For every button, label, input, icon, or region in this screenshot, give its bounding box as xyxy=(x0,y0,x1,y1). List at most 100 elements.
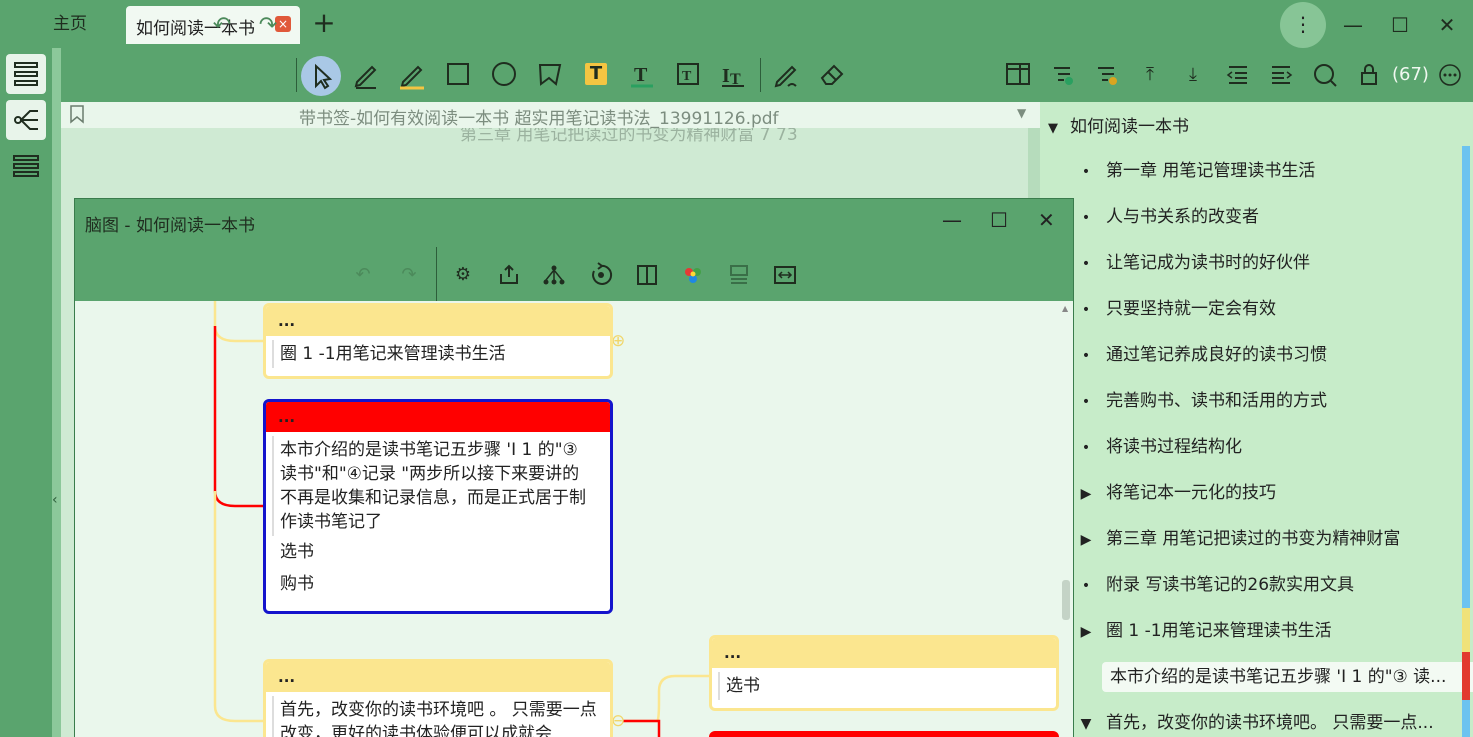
outline-item[interactable]: ▶ 将笔记本一元化的技巧 xyxy=(1076,478,1461,508)
node-header: ... xyxy=(266,306,610,336)
minimize-button[interactable]: — xyxy=(1338,10,1368,40)
collapse-chevron-icon[interactable]: ‹ xyxy=(52,492,58,508)
outline-view-icon[interactable] xyxy=(6,54,46,94)
add-child-icon[interactable] xyxy=(1050,62,1076,88)
mindmap-node-partial[interactable] xyxy=(709,731,1059,737)
outline-item[interactable]: ▶ 第三章 用笔记把读过的书变为精神财富 xyxy=(1076,524,1461,554)
outline-root[interactable]: ▼ 如何阅读一本书 xyxy=(1048,112,1189,137)
outline-item[interactable]: • 附录 写读书笔记的26款实用文具 xyxy=(1076,570,1461,600)
bullet-icon: • xyxy=(1081,440,1091,456)
mindmap-node[interactable]: ... 首先，改变你的读书环境吧 。 只需要一点改变，更好的读书体验便可以成就会 xyxy=(263,659,613,737)
panel-toggle-icon[interactable] xyxy=(1000,56,1036,92)
polygon-icon[interactable] xyxy=(532,56,568,92)
mindmap-titlebar: 脑图 - 如何阅读一本书 — ☐ ✕ xyxy=(75,199,1073,247)
expand-right-icon[interactable]: ▶ xyxy=(1076,479,1096,508)
expand-down-icon[interactable]: ▼ xyxy=(1048,121,1058,136)
outline-item-label: 第三章 用笔记把读过的书变为精神财富 xyxy=(1106,529,1401,549)
new-tab-button[interactable]: + xyxy=(310,8,338,40)
outline-item-label: 将读书过程结构化 xyxy=(1106,437,1242,457)
expand-down-icon[interactable]: ▼ xyxy=(1076,709,1096,737)
outline-item-label: 只要坚持就一定会有效 xyxy=(1106,299,1276,319)
bullet-icon: • xyxy=(1081,394,1091,410)
redo-icon[interactable]: ↷ xyxy=(250,8,286,44)
text-underline-icon[interactable]: T xyxy=(624,56,660,92)
outline-item[interactable]: • 让笔记成为读书时的好伙伴 xyxy=(1076,248,1461,278)
outline-item[interactable]: • 只要坚持就一定会有效 xyxy=(1076,294,1461,324)
search-icon[interactable] xyxy=(1312,62,1338,88)
outline-item[interactable]: ▶ 圈 1 -1用笔记来管理读书生活 xyxy=(1076,616,1461,646)
pen-icon[interactable] xyxy=(348,56,384,92)
expand-right-icon[interactable]: ▶ xyxy=(1076,525,1096,554)
expand-right-icon[interactable]: ▶ xyxy=(1076,617,1096,646)
mindmap-node[interactable]: ... 选书 xyxy=(709,635,1059,711)
highlighter-icon[interactable] xyxy=(394,56,430,92)
outline-item[interactable]: • 第一章 用笔记管理读书生活 xyxy=(1076,156,1461,186)
node-header: ... xyxy=(712,638,1056,668)
mindmap-scroll-thumb[interactable] xyxy=(1062,580,1070,620)
export-icon[interactable] xyxy=(496,262,522,288)
mindmap-view-icon[interactable] xyxy=(6,100,46,140)
signature-pen-icon[interactable] xyxy=(768,56,804,92)
mindmap-title: 脑图 - 如何阅读一本书 xyxy=(85,216,255,236)
more-menu-button[interactable]: ⋮ xyxy=(1280,2,1326,48)
mindmap-redo-icon[interactable]: ↷ xyxy=(396,262,422,288)
move-down-icon[interactable]: ⤓ xyxy=(1180,62,1206,88)
outline-item[interactable]: • 将读书过程结构化 xyxy=(1076,432,1461,462)
settings-gear-icon[interactable]: ⚙ xyxy=(450,262,476,288)
scroll-up-icon[interactable]: ▲ xyxy=(1062,304,1068,313)
more-options-icon[interactable] xyxy=(1437,62,1463,88)
outline-item[interactable]: ▼ 首先，改变你的读书环境吧。 只需要一点... xyxy=(1076,708,1461,737)
outline-item-label: 让笔记成为读书时的好伙伴 xyxy=(1106,253,1310,273)
select-cursor-icon[interactable] xyxy=(301,56,341,96)
mindmap-undo-icon[interactable]: ↶ xyxy=(350,262,376,288)
eraser-icon[interactable] xyxy=(814,56,850,92)
fit-width-icon[interactable] xyxy=(772,262,798,288)
outline-item[interactable]: • 人与书关系的改变者 xyxy=(1076,202,1461,232)
undo-icon[interactable]: ↶ xyxy=(204,8,240,44)
rectangle-icon[interactable] xyxy=(440,56,476,92)
mindmap-close-button[interactable]: ✕ xyxy=(1038,208,1055,232)
toolbar-divider xyxy=(296,58,297,92)
lock-icon[interactable] xyxy=(1356,62,1382,88)
mindmap-canvas[interactable]: ⊕ ⊖ ... 圈 1 -1用笔记来管理读书生活 ... 本市介绍的是读书笔记五… xyxy=(75,301,1060,737)
mindmap-maximize-button[interactable]: ☐ xyxy=(990,208,1008,232)
collapse-node-icon[interactable]: ⊖ xyxy=(611,711,625,731)
mindmap-toolbar-divider xyxy=(436,247,437,301)
bookmark-icon[interactable] xyxy=(69,104,85,128)
toolbar-divider-2 xyxy=(760,58,761,92)
refresh-icon[interactable] xyxy=(588,262,614,288)
outline-root-label: 如何阅读一本书 xyxy=(1070,117,1189,137)
outline-item-label: 本市介绍的是读书笔记五步骤 'I 1 的"③ 读... xyxy=(1110,667,1447,687)
svg-text:I: I xyxy=(722,65,730,87)
layout-tree-icon[interactable] xyxy=(541,262,567,288)
text-box-icon[interactable]: T xyxy=(670,56,706,92)
mindmap-node-selected[interactable]: ... 本市介绍的是读书笔记五步骤 'I 1 的"③ 读书"和"④记录 "两步所… xyxy=(263,399,613,614)
svg-text:T: T xyxy=(634,64,648,86)
indent-icon[interactable] xyxy=(1268,62,1294,88)
outdent-icon[interactable] xyxy=(1225,62,1251,88)
list-view-icon[interactable] xyxy=(6,146,46,186)
remove-item-icon[interactable] xyxy=(1094,62,1120,88)
bullet-icon: • xyxy=(1081,302,1091,318)
node-header: ... xyxy=(266,662,610,692)
tab-home[interactable]: 主页 xyxy=(30,7,110,41)
move-up-icon[interactable]: ⤒ xyxy=(1137,62,1163,88)
mindmap-scrollbar[interactable] xyxy=(1060,301,1073,737)
mindmap-node[interactable]: ... 圈 1 -1用笔记来管理读书生活 xyxy=(263,303,613,379)
text-highlight-icon[interactable]: T xyxy=(585,63,607,85)
add-node-icon[interactable]: ⊕ xyxy=(611,331,625,351)
maximize-button[interactable]: ☐ xyxy=(1385,10,1415,40)
text-format-icon[interactable]: IT xyxy=(716,56,752,92)
split-view-icon[interactable] xyxy=(634,262,660,288)
outline-item[interactable]: • 完善购书、读书和活用的方式 xyxy=(1076,386,1461,416)
color-palette-icon[interactable] xyxy=(680,262,706,288)
mindmap-minimize-button[interactable]: — xyxy=(942,208,962,232)
bullet-icon: • xyxy=(1081,578,1091,594)
dropdown-chevron-icon[interactable]: ▼ xyxy=(1017,106,1026,120)
layout-stack-icon[interactable] xyxy=(726,262,752,288)
ellipse-icon[interactable] xyxy=(486,56,522,92)
outline-item[interactable]: •本市介绍的是读书笔记五步骤 'I 1 的"③ 读... xyxy=(1102,662,1473,692)
sidebar-splitter[interactable] xyxy=(52,48,61,737)
close-window-button[interactable]: ✕ xyxy=(1432,10,1462,40)
outline-item[interactable]: • 通过笔记养成良好的读书习惯 xyxy=(1076,340,1461,370)
